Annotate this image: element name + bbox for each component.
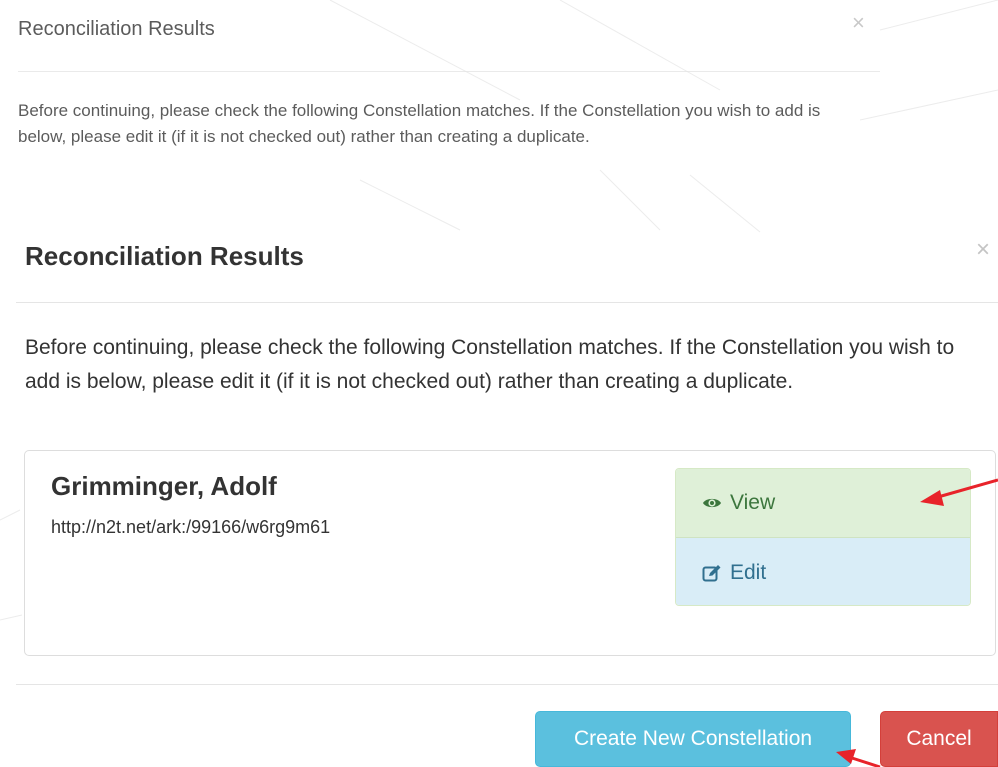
edit-icon [702, 564, 721, 581]
background-close-icon[interactable]: × [852, 10, 865, 36]
result-actions: View Edit [675, 468, 971, 606]
background-divider [18, 71, 880, 72]
edit-label: Edit [730, 560, 767, 584]
background-modal-message: Before continuing, please check the foll… [18, 101, 821, 146]
result-panel: Grimminger, Adolf http://n2t.net/ark:/99… [24, 450, 996, 656]
modal-message: Before continuing, please check the foll… [25, 336, 955, 393]
close-icon[interactable]: × [976, 236, 990, 264]
result-url: http://n2t.net/ark:/99166/w6rg9m61 [51, 517, 331, 537]
view-label: View [730, 491, 776, 514]
footer-divider [16, 684, 998, 685]
view-button[interactable]: View [676, 469, 970, 538]
edit-button[interactable]: Edit [676, 538, 970, 605]
cancel-button[interactable]: Cancel [880, 711, 998, 767]
eye-icon [703, 498, 721, 508]
create-new-constellation-button[interactable]: Create New Constellation [535, 711, 851, 767]
modal-title: Reconciliation Results [25, 241, 304, 271]
header-divider [16, 302, 998, 303]
background-modal-title: Reconciliation Results [18, 18, 215, 40]
result-name: Grimminger, Adolf [51, 471, 277, 501]
background-modal: Reconciliation Results × Before continui… [0, 0, 998, 200]
